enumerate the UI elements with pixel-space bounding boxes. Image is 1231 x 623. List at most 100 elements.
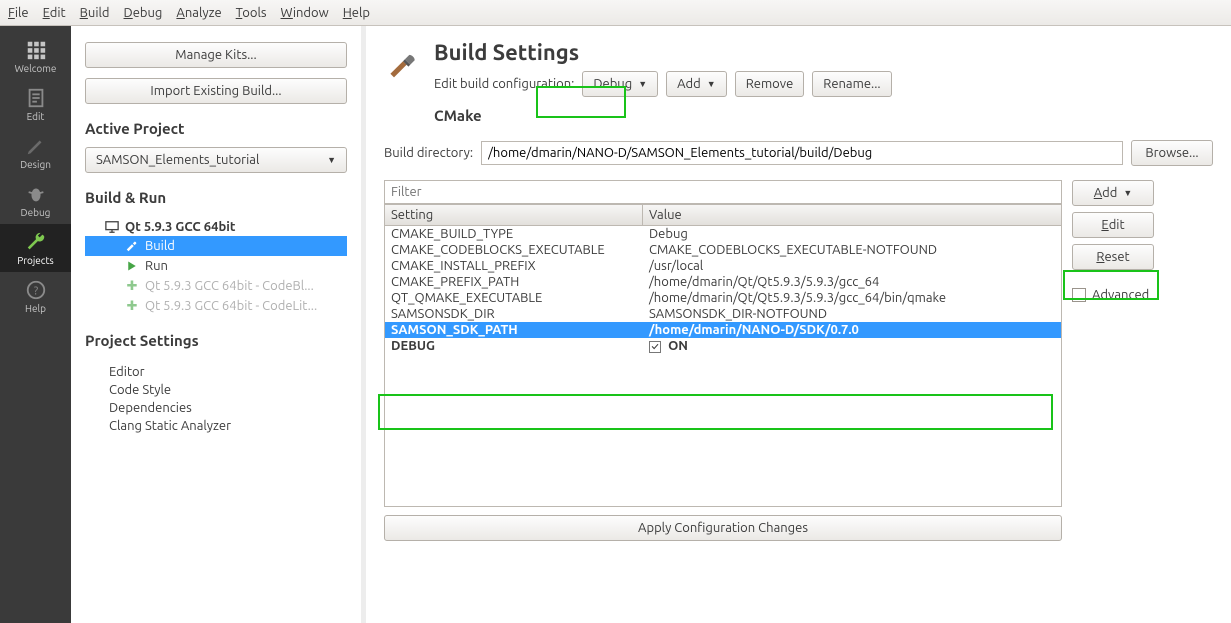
table-row[interactable]: DEBUG✓ ON [385,338,1061,354]
cell-setting: QT_QMAKE_EXECUTABLE [385,290,643,306]
build-config-combo[interactable]: Debug ▼ [582,71,658,97]
remove-config-button[interactable]: Remove [735,71,805,97]
build-run-title: Build & Run [85,189,347,206]
ps-code-style[interactable]: Code Style [85,381,347,399]
build-config-value: Debug [593,77,632,91]
run-label: Run [145,259,168,273]
menu-file[interactable]: File [8,6,29,20]
monitor-icon [105,220,119,234]
ps-editor[interactable]: Editor [85,363,347,381]
cmake-title: CMake [434,107,1213,124]
cmake-edit-button[interactable]: Edit [1072,212,1154,238]
build-dir-label: Build directory: [384,146,473,160]
cell-value: SAMSONSDK_DIR-NOTFOUND [643,306,1061,322]
active-project-combo[interactable]: SAMSON_Elements_tutorial ▼ [85,147,347,173]
table-row[interactable]: SAMSON_SDK_PATH/home/dmarin/NANO-D/SDK/0… [385,322,1061,338]
edit-cfg-label: Edit build configuration: [434,77,574,91]
cell-setting: CMAKE_PREFIX_PATH [385,274,643,290]
apply-config-button[interactable]: Apply Configuration Changes [384,515,1062,541]
svg-text:?: ? [33,285,37,297]
hammer-icon [125,239,139,253]
kit-codeblocks-node[interactable]: ✚ Qt 5.9.3 GCC 64bit - CodeBl... [85,276,347,296]
mode-label: Help [25,303,46,314]
cell-setting: CMAKE_BUILD_TYPE [385,226,643,242]
kit-label: Qt 5.9.3 GCC 64bit [125,220,235,234]
cell-value: /home/dmarin/NANO-D/SDK/0.7.0 [643,322,1061,338]
manage-kits-button[interactable]: Manage Kits... [85,42,347,68]
cell-value: CMAKE_CODEBLOCKS_EXECUTABLE-NOTFOUND [643,242,1061,258]
mode-debug[interactable]: Debug [0,176,71,224]
build-node[interactable]: Build [85,236,347,256]
project-settings-title: Project Settings [85,332,347,349]
table-row[interactable]: QT_QMAKE_EXECUTABLE/home/dmarin/Qt/Qt5.9… [385,290,1061,306]
mode-label: Edit [27,111,45,122]
project-settings-list: Editor Code Style Dependencies Clang Sta… [85,363,347,435]
add-config-button[interactable]: Add ▼ [666,71,727,97]
cell-value: Debug [643,226,1061,242]
bug-icon [25,183,47,205]
table-row[interactable]: CMAKE_BUILD_TYPEDebug [385,226,1061,242]
mode-welcome[interactable]: Welcome [0,32,71,80]
cell-value: ✓ ON [643,338,1061,354]
advanced-checkbox[interactable] [1072,288,1086,302]
active-project-value: SAMSON_Elements_tutorial [96,153,259,167]
mode-design[interactable]: Design [0,128,71,176]
chevron-down-icon: ▼ [1123,188,1132,198]
mode-label: Design [20,159,51,170]
browse-button[interactable]: Browse... [1131,140,1213,166]
mode-bar: Welcome Edit Design Debug Projects ? Hel… [0,26,71,623]
chevron-down-icon: ▼ [638,79,647,89]
advanced-label: Advanced [1092,288,1149,302]
mode-help[interactable]: ? Help [0,272,71,320]
menu-edit[interactable]: Edit [43,6,66,20]
rename-config-button[interactable]: Rename... [812,71,891,97]
help-icon: ? [25,279,47,301]
page-title: Build Settings [434,40,892,65]
cell-value: /usr/local [643,258,1061,274]
table-row[interactable]: CMAKE_INSTALL_PREFIX/usr/local [385,258,1061,274]
col-value[interactable]: Value [643,205,1061,225]
table-row[interactable]: CMAKE_CODEBLOCKS_EXECUTABLECMAKE_CODEBLO… [385,242,1061,258]
filter-input[interactable] [384,180,1062,204]
menu-help[interactable]: Help [343,6,370,20]
play-icon [125,259,139,273]
menu-build[interactable]: Build [80,6,110,20]
plus-icon: ✚ [125,279,139,293]
menu-analyze[interactable]: Analyze [176,6,221,20]
build-dir-input[interactable] [481,141,1123,165]
menubar: File Edit Build Debug Analyze Tools Wind… [0,0,1231,26]
mode-edit[interactable]: Edit [0,80,71,128]
menu-tools[interactable]: Tools [236,6,267,20]
mode-label: Projects [17,255,53,266]
mode-label: Welcome [15,63,57,74]
table-row[interactable]: SAMSONSDK_DIRSAMSONSDK_DIR-NOTFOUND [385,306,1061,322]
mode-projects[interactable]: Projects [0,224,71,272]
cell-value: /home/dmarin/Qt/Qt5.9.3/5.9.3/gcc_64 [643,274,1061,290]
document-icon [25,87,47,109]
col-setting[interactable]: Setting [385,205,643,225]
import-build-button[interactable]: Import Existing Build... [85,78,347,104]
run-node[interactable]: Run [85,256,347,276]
table-row[interactable]: CMAKE_PREFIX_PATH/home/dmarin/Qt/Qt5.9.3… [385,274,1061,290]
kit-node[interactable]: Qt 5.9.3 GCC 64bit [85,218,347,236]
kit-cl-label: Qt 5.9.3 GCC 64bit - CodeLit... [145,299,317,313]
kit-codelite-node[interactable]: ✚ Qt 5.9.3 GCC 64bit - CodeLit... [85,296,347,316]
chevron-down-icon: ▼ [327,155,336,165]
cmake-add-button[interactable]: Add▼ [1072,180,1154,206]
menu-debug[interactable]: Debug [124,6,163,20]
chevron-down-icon: ▼ [707,79,716,89]
wrench-icon [25,231,47,253]
cell-setting: SAMSONSDK_DIR [385,306,643,322]
cell-setting: CMAKE_CODEBLOCKS_EXECUTABLE [385,242,643,258]
grid-icon [25,39,47,61]
cmake-reset-button[interactable]: Reset [1072,244,1154,270]
mode-label: Debug [21,207,51,218]
build-label: Build [145,239,175,253]
pencil-icon [25,135,47,157]
menu-window[interactable]: Window [281,6,329,20]
build-run-tree: Qt 5.9.3 GCC 64bit Build Run ✚ Qt 5.9.3 … [85,218,347,316]
ps-dependencies[interactable]: Dependencies [85,399,347,417]
ps-clang-analyzer[interactable]: Clang Static Analyzer [85,417,347,435]
cell-value: /home/dmarin/Qt/Qt5.9.3/5.9.3/gcc_64/bin… [643,290,1061,306]
cell-setting: CMAKE_INSTALL_PREFIX [385,258,643,274]
